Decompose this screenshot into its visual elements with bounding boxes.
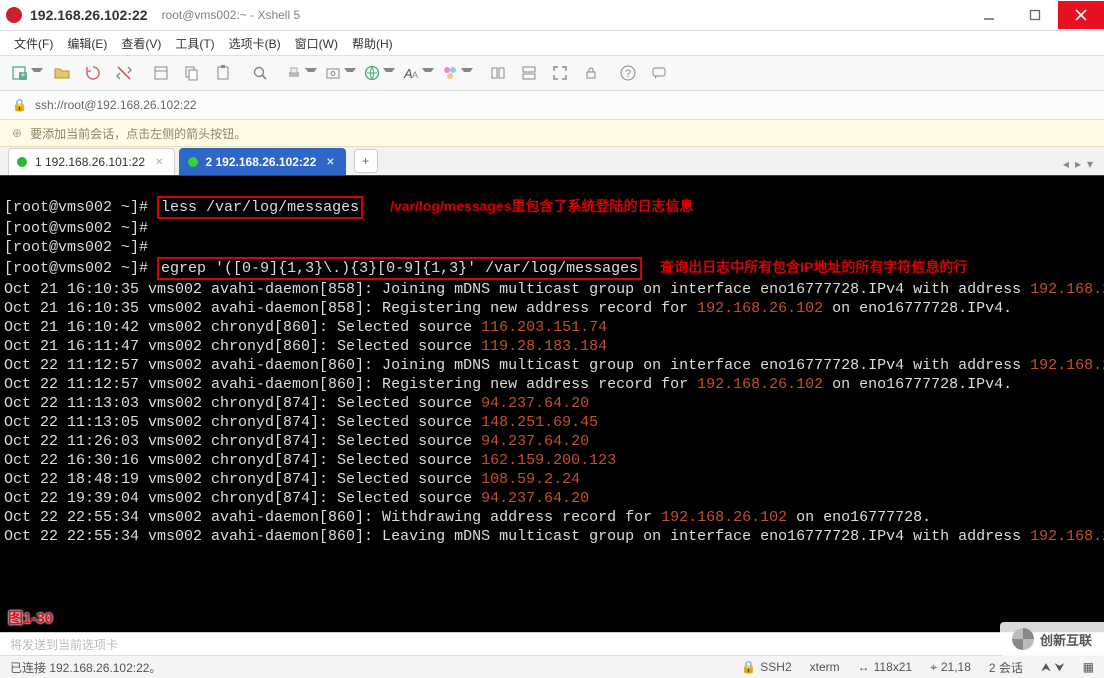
lock-icon: 🔒: [741, 660, 756, 674]
status-connection: 已连接 192.168.26.102:22。: [10, 659, 161, 676]
menu-file[interactable]: 文件(F): [14, 35, 53, 52]
tab-1-close-icon[interactable]: ✕: [155, 157, 163, 168]
tab-prev-icon[interactable]: ◂: [1063, 157, 1069, 171]
status-term: xterm: [810, 660, 840, 674]
menu-help[interactable]: 帮助(H): [352, 35, 393, 52]
menu-view[interactable]: 查看(V): [121, 35, 161, 52]
prompt: [root@vms002 ~]#: [4, 260, 148, 277]
prompt: [root@vms002 ~]#: [4, 199, 148, 216]
watermark: 创新互联: [1000, 622, 1104, 656]
tab-2-close-icon[interactable]: ✕: [326, 157, 334, 168]
status-cursor: ⌖21,18: [930, 660, 971, 675]
screenshot-button[interactable]: [321, 59, 359, 87]
watermark-text: 创新互联: [1040, 630, 1092, 649]
find-button[interactable]: [245, 59, 275, 87]
watermark-logo-icon: [1012, 628, 1034, 650]
fullscreen-button[interactable]: [545, 59, 575, 87]
terminal[interactable]: [root@vms002 ~]# less /var/log/messages …: [0, 176, 1104, 632]
new-session-button[interactable]: +: [8, 59, 46, 87]
close-button[interactable]: [1058, 1, 1104, 29]
status-ssh: 🔒SSH2: [741, 660, 791, 674]
window-controls: [966, 1, 1104, 29]
tab-next-icon[interactable]: ▸: [1075, 157, 1081, 171]
paste-button[interactable]: [208, 59, 238, 87]
menu-tab[interactable]: 选项卡(B): [229, 35, 281, 52]
tab-1-label: 1 192.168.26.101:22: [35, 155, 145, 169]
tab-status-icon: [188, 157, 198, 167]
menu-window[interactable]: 窗口(W): [295, 35, 338, 52]
tab-strip: 1 192.168.26.101:22 ✕ 2 192.168.26.102:2…: [0, 147, 1104, 176]
status-sessions: 2 会话: [989, 659, 1023, 676]
disconnect-button[interactable]: [109, 59, 139, 87]
input-placeholder: 将发送到当前选项卡: [10, 636, 118, 653]
minimize-button[interactable]: [966, 1, 1012, 29]
font-button[interactable]: AA: [399, 59, 437, 87]
forum-button[interactable]: [644, 59, 674, 87]
annotation-egrep: 查询出日志中所有包含IP地址的所有字符信息的行: [660, 259, 967, 275]
title-address: 192.168.26.102:22: [30, 7, 148, 23]
title-subtitle: root@vms002:~ - Xshell 5: [162, 8, 301, 22]
command-input-bar[interactable]: 将发送到当前选项卡: [0, 632, 1104, 655]
tab-dropdown-icon[interactable]: ▾: [1087, 157, 1093, 171]
tab-1[interactable]: 1 192.168.26.101:22 ✕: [8, 148, 175, 175]
cursor-icon: ⌖: [930, 660, 937, 675]
svg-text:+: +: [20, 70, 25, 80]
hint-bar: ⊕ 要添加当前会话，点击左侧的箭头按钮。: [0, 120, 1104, 147]
log-output: Oct 21 16:10:35 vms002 avahi-daemon[858]…: [4, 280, 1100, 546]
tab-2[interactable]: 2 192.168.26.102:22 ✕: [179, 148, 346, 175]
toggle-layout-vertical-button[interactable]: [514, 59, 544, 87]
prompt: [root@vms002 ~]#: [4, 239, 148, 256]
add-tab-button[interactable]: +: [354, 149, 378, 173]
tab-nav: ◂ ▸ ▾: [1060, 157, 1096, 171]
lock-button[interactable]: [576, 59, 606, 87]
address-bar[interactable]: 🔒 ssh://root@192.168.26.102:22: [0, 91, 1104, 120]
open-button[interactable]: [47, 59, 77, 87]
menu-tools[interactable]: 工具(T): [175, 35, 214, 52]
app-logo-icon: [6, 7, 22, 23]
hint-text: 要添加当前会话，点击左侧的箭头按钮。: [30, 125, 246, 142]
print-button[interactable]: [282, 59, 320, 87]
properties-button[interactable]: [146, 59, 176, 87]
status-bar: 已连接 192.168.26.102:22。 🔒SSH2 xterm ↔118x…: [0, 655, 1104, 678]
status-size: ↔118x21: [858, 660, 912, 674]
transfer-button[interactable]: [360, 59, 398, 87]
reconnect-button[interactable]: [78, 59, 108, 87]
menu-bar: 文件(F) 编辑(E) 查看(V) 工具(T) 选项卡(B) 窗口(W) 帮助(…: [0, 31, 1104, 56]
status-grid-icon[interactable]: ▦: [1083, 660, 1094, 674]
address-text: ssh://root@192.168.26.102:22: [35, 98, 197, 112]
svg-text:A: A: [412, 70, 418, 80]
maximize-button[interactable]: [1012, 1, 1058, 29]
toolbar: + AA ?: [0, 56, 1104, 91]
menu-edit[interactable]: 编辑(E): [67, 35, 107, 52]
figure-label: 图1-30: [8, 609, 53, 628]
size-icon: ↔: [858, 660, 870, 674]
tab-2-label: 2 192.168.26.102:22: [206, 155, 317, 169]
copy-button[interactable]: [177, 59, 207, 87]
colorscheme-button[interactable]: [438, 59, 476, 87]
tab-status-icon: [17, 157, 27, 167]
cmd-less-box: less /var/log/messages: [157, 196, 363, 219]
prompt: [root@vms002 ~]#: [4, 220, 148, 237]
toggle-layout-horizontal-button[interactable]: [483, 59, 513, 87]
svg-text:?: ?: [625, 68, 631, 80]
title-bar: 192.168.26.102:22 root@vms002:~ - Xshell…: [0, 0, 1104, 31]
lock-icon: 🔒: [12, 98, 27, 112]
annotation-less: /var/log/messages里包含了系统登陆的日志信息: [390, 198, 693, 214]
status-arrows[interactable]: ⮝ ⮟: [1041, 660, 1065, 675]
hint-arrow-icon[interactable]: ⊕: [12, 126, 22, 140]
cmd-egrep-box: egrep '([0-9]{1,3}\.){3}[0-9]{1,3}' /var…: [157, 257, 642, 280]
help-button[interactable]: ?: [613, 59, 643, 87]
